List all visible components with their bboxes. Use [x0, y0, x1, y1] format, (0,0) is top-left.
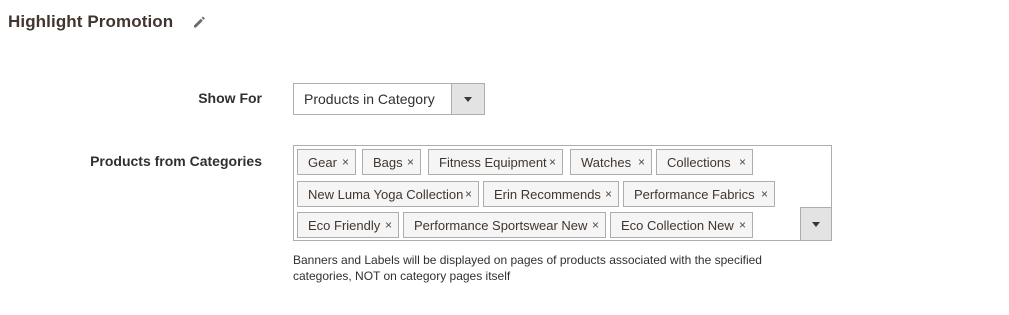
tag-label: Performance Sportswear New [414, 217, 588, 233]
page-title: Highlight Promotion [8, 12, 174, 31]
remove-tag-icon[interactable]: × [465, 187, 472, 201]
tag-label: Eco Friendly [308, 217, 381, 233]
tag-label: Bags [373, 154, 403, 170]
categories-label: Products from Categories [90, 153, 262, 169]
pencil-icon[interactable] [191, 14, 207, 30]
category-tag: Bags × [362, 149, 421, 175]
category-tag: Watches × [570, 149, 652, 175]
category-tag: Fitness Equipment × [428, 149, 563, 175]
section-header: Highlight Promotion [8, 10, 207, 34]
tag-label: Fitness Equipment [439, 154, 547, 170]
tag-label: Collections [667, 154, 731, 170]
tag-label: Eco Collection New [621, 217, 734, 233]
remove-tag-icon[interactable]: × [342, 155, 349, 169]
tag-label: Watches [581, 154, 632, 170]
category-tag: Eco Friendly × [297, 212, 399, 238]
category-tag: Eco Collection New × [610, 212, 753, 238]
triangle-down-icon [464, 96, 472, 102]
category-tag: Collections × [656, 149, 753, 175]
triangle-down-icon [812, 221, 820, 227]
show-for-label: Show For [198, 90, 262, 106]
tag-label: Gear [308, 154, 337, 170]
categories-multiselect[interactable]: Gear × Bags × Fitness Equipment × Watche… [293, 145, 832, 241]
show-for-value: Products in Category [304, 91, 435, 107]
category-tag: Gear × [297, 149, 356, 175]
categories-dropdown-button[interactable] [800, 207, 831, 240]
remove-tag-icon[interactable]: × [407, 155, 414, 169]
remove-tag-icon[interactable]: × [638, 155, 645, 169]
remove-tag-icon[interactable]: × [592, 218, 599, 232]
tag-label: New Luma Yoga Collection [308, 186, 464, 202]
remove-tag-icon[interactable]: × [739, 218, 746, 232]
show-for-dropdown-button[interactable] [451, 84, 484, 114]
tag-label: Performance Fabrics [634, 186, 755, 202]
remove-tag-icon[interactable]: × [549, 155, 556, 169]
category-tag: Erin Recommends × [483, 181, 619, 207]
tag-label: Erin Recommends [494, 186, 601, 202]
remove-tag-icon[interactable]: × [761, 187, 768, 201]
categories-help-note: Banners and Labels will be displayed on … [293, 253, 762, 283]
show-for-select[interactable]: Products in Category [293, 83, 485, 115]
remove-tag-icon[interactable]: × [739, 155, 746, 169]
category-tag: Performance Fabrics × [623, 181, 775, 207]
remove-tag-icon[interactable]: × [385, 218, 392, 232]
category-tag: New Luma Yoga Collection × [297, 181, 479, 207]
remove-tag-icon[interactable]: × [605, 187, 612, 201]
category-tag: Performance Sportswear New × [403, 212, 606, 238]
